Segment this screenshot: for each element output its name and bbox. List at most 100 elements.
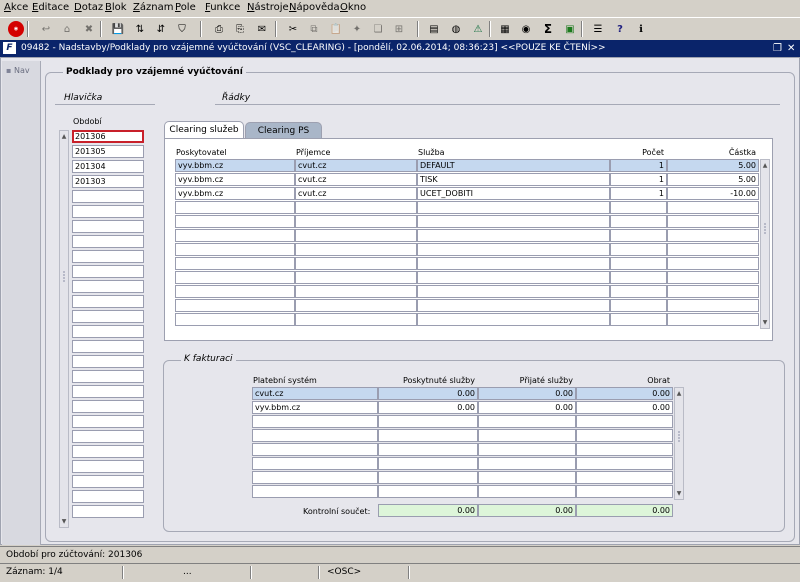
clearing-cell-empty[interactable] [295,313,417,326]
scroll-up-icon[interactable]: ▲ [60,132,68,141]
period-field-empty[interactable] [72,250,144,263]
clearing-cell-empty[interactable] [610,285,667,298]
clearing-cell-empty[interactable] [295,285,417,298]
notes-icon[interactable]: ☰ [590,21,606,37]
period-field-empty[interactable] [72,385,144,398]
period-field-empty[interactable] [72,490,144,503]
period-field-empty[interactable] [72,295,144,308]
clearing-cell-empty[interactable] [295,215,417,228]
period-field-empty[interactable] [72,430,144,443]
restore-window-button[interactable]: ❐ [773,43,782,54]
filter-icon[interactable]: ⛉ [174,21,190,37]
clearing-cell-empty[interactable] [175,215,295,228]
clearing-cell-empty[interactable] [295,229,417,242]
invoicing-cell-empty[interactable] [478,471,576,484]
period-field-empty[interactable] [72,460,144,473]
clearing-cell[interactable]: cvut.cz [295,173,417,186]
invoicing-cell-empty[interactable] [252,429,378,442]
menu-item[interactable]: Záznam [133,2,173,13]
menu-item[interactable]: Editace [32,2,69,13]
print-icon[interactable]: ⎙ [211,21,227,37]
clearing-cell[interactable]: cvut.cz [295,187,417,200]
clearing-cell-empty[interactable] [667,243,759,256]
period-field-empty[interactable] [72,190,144,203]
invoicing-cell-empty[interactable] [576,471,673,484]
clearing-cell[interactable]: 1 [610,187,667,200]
invoicing-cell-empty[interactable] [378,457,478,470]
clearing-cell-empty[interactable] [610,201,667,214]
invoicing-cell-empty[interactable] [576,429,673,442]
menu-item[interactable]: Funkce [205,2,240,13]
clearing-cell-empty[interactable] [175,257,295,270]
clearing-cell[interactable]: 5.00 [667,159,759,172]
clearing-cell-empty[interactable] [417,201,610,214]
clearing-cell-empty[interactable] [667,285,759,298]
help-icon[interactable]: ? [612,21,628,37]
invoicing-cell-empty[interactable] [378,443,478,456]
invoicing-cell-empty[interactable] [252,485,378,498]
menu-item[interactable]: Dotaz [74,2,103,13]
paste-icon[interactable]: 📋 [328,21,344,37]
delete-record-icon[interactable]: ✖ [81,21,97,37]
invoicing-cell[interactable]: vyv.bbm.cz [252,401,378,414]
menu-item[interactable]: Pole [175,2,196,13]
clearing-cell-empty[interactable] [610,229,667,242]
clearing-cell-empty[interactable] [667,215,759,228]
clearing-cell-empty[interactable] [417,313,610,326]
export-icon[interactable]: ⎘ [232,21,248,37]
period-field-empty[interactable] [72,280,144,293]
clearing-cell-empty[interactable] [417,299,610,312]
invoicing-cell-empty[interactable] [378,471,478,484]
invoicing-cell[interactable]: 0.00 [576,401,673,414]
clearing-cell-empty[interactable] [417,215,610,228]
clearing-cell-empty[interactable] [295,257,417,270]
clearing-cell[interactable]: 1 [610,159,667,172]
clearing-cell[interactable]: TISK [417,173,610,186]
sum-icon[interactable]: Σ [540,21,556,37]
invoicing-cell-empty[interactable] [478,443,576,456]
globe-icon[interactable]: ◍ [448,21,464,37]
invoicing-cell-empty[interactable] [252,415,378,428]
clearing-cell[interactable]: vyv.bbm.cz [175,159,295,172]
invoicing-cell-empty[interactable] [576,457,673,470]
clearing-cell[interactable]: 5.00 [667,173,759,186]
duplicate-icon[interactable]: ❏ [370,21,386,37]
save-icon[interactable]: 💾 [110,21,126,37]
clearing-cell-empty[interactable] [610,299,667,312]
period-field-empty[interactable] [72,325,144,338]
period-field-empty[interactable] [72,355,144,368]
clearing-cell-empty[interactable] [417,243,610,256]
tab-clearing-sluzeb[interactable]: Clearing služeb [164,121,244,139]
period-field-empty[interactable] [72,505,144,518]
clearing-cell-empty[interactable] [175,285,295,298]
invoicing-cell[interactable]: 0.00 [478,401,576,414]
clearing-cell-empty[interactable] [667,271,759,284]
clearing-scrollbar[interactable]: ▲ ▼ [760,159,770,329]
period-field-empty[interactable] [72,370,144,383]
period-field-empty[interactable] [72,415,144,428]
menu-item[interactable]: Nástroje [247,2,289,13]
invoicing-cell[interactable]: cvut.cz [252,387,378,400]
clearing-cell-empty[interactable] [667,229,759,242]
clearing-cell-empty[interactable] [175,299,295,312]
scroll-down-icon[interactable]: ▼ [675,489,683,498]
clearing-cell-empty[interactable] [295,201,417,214]
document-icon[interactable]: ▤ [426,21,442,37]
period-field-empty[interactable] [72,220,144,233]
coins-icon[interactable]: ◉ [518,21,534,37]
invoicing-cell-empty[interactable] [378,429,478,442]
clearing-cell-empty[interactable] [295,243,417,256]
clearing-cell-empty[interactable] [417,229,610,242]
invoicing-cell[interactable]: 0.00 [378,387,478,400]
clearing-cell-empty[interactable] [295,299,417,312]
scroll-down-icon[interactable]: ▼ [60,517,68,526]
clearing-cell-empty[interactable] [667,257,759,270]
mail-icon[interactable]: ✉ [254,21,270,37]
menu-item[interactable]: Okno [340,2,366,13]
nav-label[interactable]: ▪ Nav [6,66,30,75]
period-field-empty[interactable] [72,340,144,353]
insert-icon[interactable]: ⌂ [59,21,75,37]
clearing-cell-empty[interactable] [175,243,295,256]
clearing-cell-empty[interactable] [417,257,610,270]
control-sum-field[interactable]: 0.00 [576,504,673,517]
